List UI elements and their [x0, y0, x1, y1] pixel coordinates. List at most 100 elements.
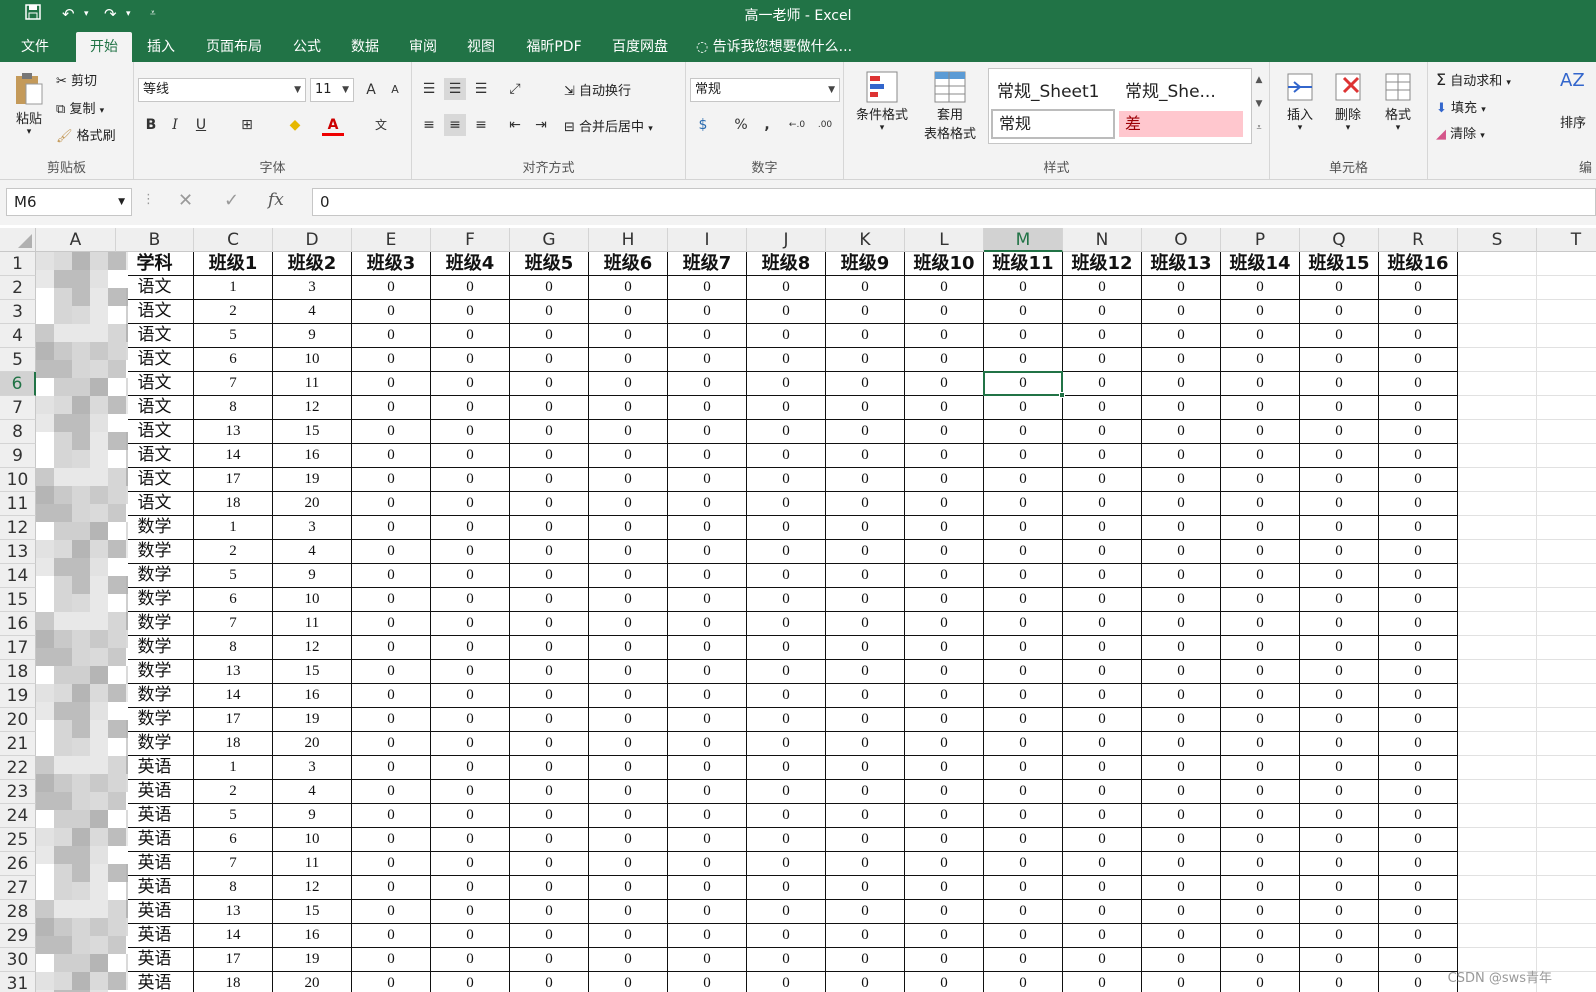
data-cell[interactable]: 0 [1063, 372, 1142, 396]
data-cell[interactable] [36, 396, 116, 420]
data-cell[interactable]: 0 [1300, 396, 1379, 420]
data-cell[interactable]: 0 [1300, 804, 1379, 828]
data-cell[interactable]: 0 [510, 276, 589, 300]
data-cell[interactable]: 0 [984, 828, 1063, 852]
row-header-18[interactable]: 18 [0, 660, 36, 684]
data-cell[interactable]: 0 [1142, 468, 1221, 492]
empty-cell[interactable] [1458, 396, 1537, 420]
col-header-q[interactable]: Q [1300, 228, 1379, 252]
data-cell[interactable] [36, 420, 116, 444]
empty-cell[interactable] [1458, 348, 1537, 372]
data-cell[interactable]: 7 [194, 372, 273, 396]
data-cell[interactable]: 0 [1063, 540, 1142, 564]
row-header-13[interactable]: 13 [0, 540, 36, 564]
data-cell[interactable]: 0 [747, 780, 826, 804]
header-cell[interactable]: 班级5 [510, 252, 589, 276]
data-cell[interactable]: 0 [1063, 876, 1142, 900]
col-header-h[interactable]: H [589, 228, 668, 252]
data-cell[interactable] [36, 852, 116, 876]
data-cell[interactable]: 语文 [116, 396, 194, 420]
data-cell[interactable]: 英语 [116, 876, 194, 900]
header-cell[interactable]: 班级9 [826, 252, 905, 276]
delete-cells-button[interactable]: 删除 ▾ [1326, 70, 1370, 133]
data-cell[interactable]: 1 [194, 756, 273, 780]
empty-cell[interactable] [1458, 876, 1537, 900]
data-cell[interactable]: 0 [668, 804, 747, 828]
data-cell[interactable]: 0 [431, 684, 510, 708]
data-cell[interactable]: 0 [1300, 276, 1379, 300]
data-cell[interactable]: 11 [273, 372, 352, 396]
data-cell[interactable]: 0 [1142, 972, 1221, 992]
row-header-14[interactable]: 14 [0, 564, 36, 588]
data-cell[interactable]: 0 [1221, 444, 1300, 468]
data-cell[interactable]: 0 [747, 348, 826, 372]
header-cell[interactable]: 学科 [116, 252, 194, 276]
data-cell[interactable]: 0 [589, 828, 668, 852]
col-header-i[interactable]: I [668, 228, 747, 252]
data-cell[interactable]: 16 [273, 684, 352, 708]
data-cell[interactable]: 0 [1142, 564, 1221, 588]
data-cell[interactable]: 0 [905, 900, 984, 924]
data-cell[interactable]: 0 [510, 492, 589, 516]
data-cell[interactable]: 0 [1300, 660, 1379, 684]
data-cell[interactable]: 0 [668, 324, 747, 348]
col-header-l[interactable]: L [905, 228, 984, 252]
data-cell[interactable] [36, 756, 116, 780]
empty-cell[interactable] [1537, 372, 1596, 396]
data-cell[interactable]: 0 [826, 852, 905, 876]
data-cell[interactable]: 0 [1221, 948, 1300, 972]
data-cell[interactable]: 0 [747, 684, 826, 708]
data-cell[interactable]: 13 [194, 420, 273, 444]
data-cell[interactable]: 0 [431, 300, 510, 324]
data-cell[interactable]: 8 [194, 396, 273, 420]
data-cell[interactable]: 0 [431, 660, 510, 684]
data-cell[interactable]: 0 [589, 948, 668, 972]
data-cell[interactable] [36, 804, 116, 828]
data-cell[interactable]: 0 [1379, 444, 1458, 468]
empty-cell[interactable] [1458, 564, 1537, 588]
data-cell[interactable]: 0 [984, 732, 1063, 756]
align-right-icon[interactable]: ≡ [470, 114, 492, 136]
data-cell[interactable]: 6 [194, 828, 273, 852]
data-cell[interactable]: 0 [431, 564, 510, 588]
empty-cell[interactable] [1458, 756, 1537, 780]
data-cell[interactable]: 8 [194, 636, 273, 660]
data-cell[interactable]: 0 [589, 684, 668, 708]
data-cell[interactable] [36, 636, 116, 660]
data-cell[interactable]: 0 [826, 588, 905, 612]
data-cell[interactable]: 0 [1142, 492, 1221, 516]
formula-input[interactable]: 0 [312, 188, 1596, 216]
data-cell[interactable]: 0 [352, 876, 431, 900]
data-cell[interactable]: 0 [1142, 948, 1221, 972]
data-cell[interactable]: 0 [1300, 444, 1379, 468]
data-cell[interactable]: 0 [1221, 708, 1300, 732]
data-cell[interactable]: 0 [1379, 564, 1458, 588]
data-cell[interactable]: 0 [984, 684, 1063, 708]
data-cell[interactable]: 0 [826, 684, 905, 708]
data-cell[interactable]: 0 [668, 540, 747, 564]
data-cell[interactable] [36, 588, 116, 612]
data-cell[interactable]: 0 [589, 396, 668, 420]
data-cell[interactable]: 0 [431, 348, 510, 372]
data-cell[interactable]: 数学 [116, 708, 194, 732]
italic-button[interactable]: I [164, 114, 186, 136]
data-cell[interactable]: 0 [352, 948, 431, 972]
data-cell[interactable]: 0 [1379, 828, 1458, 852]
data-cell[interactable]: 0 [510, 516, 589, 540]
data-cell[interactable]: 5 [194, 324, 273, 348]
data-cell[interactable]: 0 [352, 372, 431, 396]
header-cell[interactable]: 班级13 [1142, 252, 1221, 276]
empty-cell[interactable] [1537, 756, 1596, 780]
data-cell[interactable]: 0 [510, 804, 589, 828]
data-cell[interactable]: 0 [1142, 852, 1221, 876]
data-cell[interactable] [36, 564, 116, 588]
empty-cell[interactable] [1537, 612, 1596, 636]
empty-cell[interactable] [1537, 900, 1596, 924]
data-cell[interactable]: 14 [194, 444, 273, 468]
row-header-22[interactable]: 22 [0, 756, 36, 780]
data-cell[interactable]: 0 [352, 564, 431, 588]
data-cell[interactable]: 7 [194, 612, 273, 636]
data-cell[interactable]: 0 [1300, 348, 1379, 372]
empty-cell[interactable] [1537, 276, 1596, 300]
tell-me-box[interactable]: ◌ 告诉我您想要做什么... [696, 32, 876, 62]
